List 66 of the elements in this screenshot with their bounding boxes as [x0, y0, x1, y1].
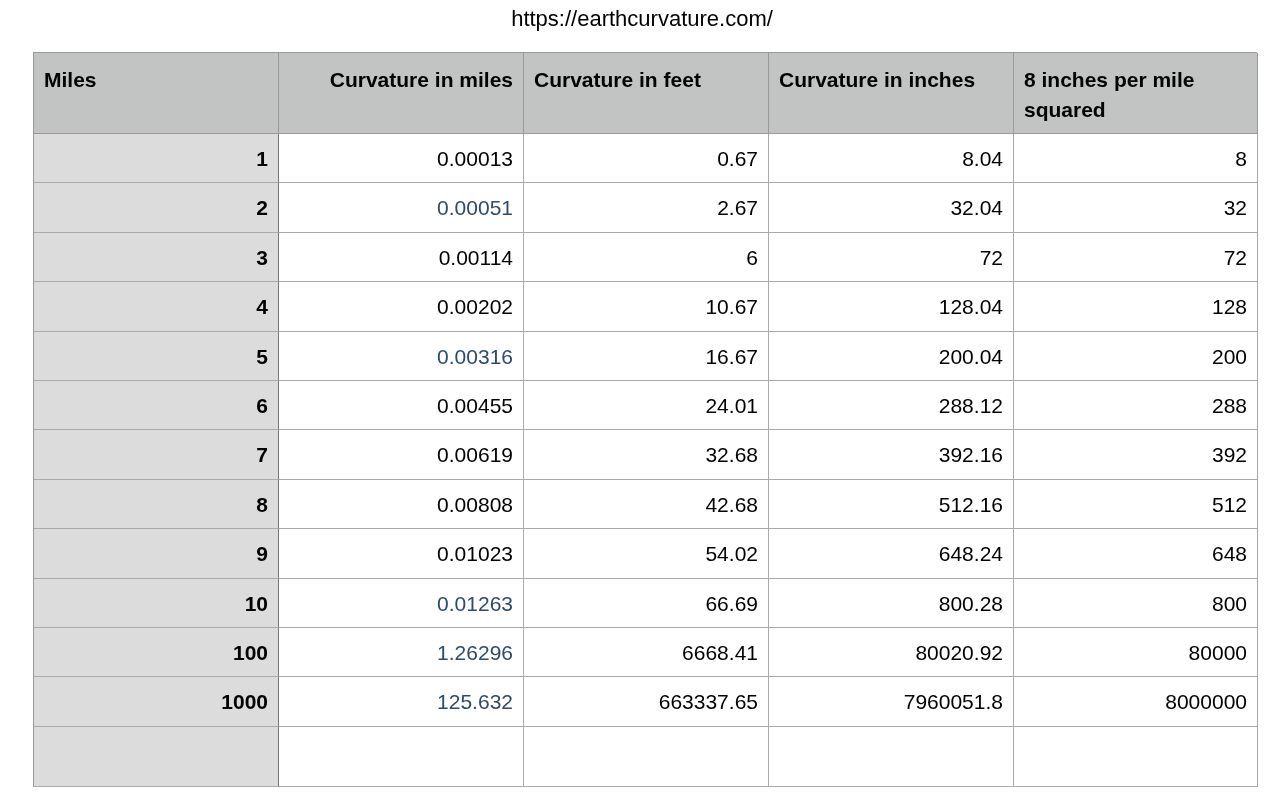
table-cell: 0.00316 — [279, 331, 524, 381]
table-cell: 288.12 — [769, 380, 1014, 431]
table-cell: 0.01263 — [279, 578, 524, 628]
row-header-cell: 4 — [34, 282, 279, 332]
table-cell: 24.01 — [524, 380, 769, 431]
row-header-cell: 10 — [34, 578, 279, 628]
table-cell: 66.69 — [524, 578, 769, 628]
row-header-cell: 9 — [34, 529, 279, 579]
column-header: 8 inches per mile squared — [1014, 53, 1258, 134]
table-cell: 2.67 — [524, 183, 769, 233]
table-cell: 392 — [1014, 430, 1258, 480]
row-header-cell: 8 — [34, 479, 279, 530]
table-cell: 6 — [524, 232, 769, 283]
table-cell: 800 — [1014, 578, 1258, 628]
row-header-cell: 100 — [34, 627, 279, 678]
table-cell: 32.68 — [524, 430, 769, 480]
column-header: Miles — [34, 53, 279, 134]
table-cell: 0.00455 — [279, 380, 524, 431]
row-header-cell: 1 — [34, 134, 279, 184]
table-cell: 0.00114 — [279, 232, 524, 283]
table-cell: 125.632 — [279, 677, 524, 727]
table-cell: 200.04 — [769, 331, 1014, 381]
table-cell: 80000 — [1014, 627, 1258, 678]
table-cell: 16.67 — [524, 331, 769, 381]
table-cell: 0.00808 — [279, 479, 524, 530]
table-cell: 128 — [1014, 282, 1258, 332]
table-cell: 648 — [1014, 529, 1258, 579]
table-cell: 128.04 — [769, 282, 1014, 332]
table-cell: 200 — [1014, 331, 1258, 381]
table-cell: 1.26296 — [279, 627, 524, 678]
table-cell: 0.00202 — [279, 282, 524, 332]
table-cell: 663337.65 — [524, 677, 769, 727]
table-cell: 8 — [1014, 134, 1258, 184]
table-cell: 8000000 — [1014, 677, 1258, 727]
table-cell: 72 — [1014, 232, 1258, 283]
table-cell: 392.16 — [769, 430, 1014, 480]
table-cell: 80020.92 — [769, 627, 1014, 678]
row-header-cell: 5 — [34, 331, 279, 381]
table-cell: 32.04 — [769, 183, 1014, 233]
table-cell: 648.24 — [769, 529, 1014, 579]
row-header-cell: 7 — [34, 430, 279, 480]
table-cell: 72 — [769, 232, 1014, 283]
table-cell: 0.00619 — [279, 430, 524, 480]
table-cell: 512.16 — [769, 479, 1014, 530]
table-cell: 6668.41 — [524, 627, 769, 678]
table-cell: 32 — [1014, 183, 1258, 233]
table-cell: 8.04 — [769, 134, 1014, 184]
row-header-cell: 6 — [34, 380, 279, 431]
column-header: Curvature in miles — [279, 53, 524, 134]
table-cell: 0.01023 — [279, 529, 524, 579]
table-cell: 54.02 — [524, 529, 769, 579]
row-header-cell: 1000 — [34, 677, 279, 727]
table-cell: 0.00013 — [279, 134, 524, 184]
table-cell: 512 — [1014, 479, 1258, 530]
column-header: Curvature in feet — [524, 53, 769, 134]
table-cell: 42.68 — [524, 479, 769, 530]
table-cell: 0.67 — [524, 134, 769, 184]
table-cell: 0.00051 — [279, 183, 524, 233]
table-cell: 10.67 — [524, 282, 769, 332]
table-cell: 288 — [1014, 380, 1258, 431]
table-cell: 800.28 — [769, 578, 1014, 628]
row-header-cell: 2 — [34, 183, 279, 233]
row-header-cell: 3 — [34, 232, 279, 283]
column-header: Curvature in inches — [769, 53, 1014, 134]
page-url: https://earthcurvature.com/ — [510, 5, 774, 33]
table-cell: 7960051.8 — [769, 677, 1014, 727]
